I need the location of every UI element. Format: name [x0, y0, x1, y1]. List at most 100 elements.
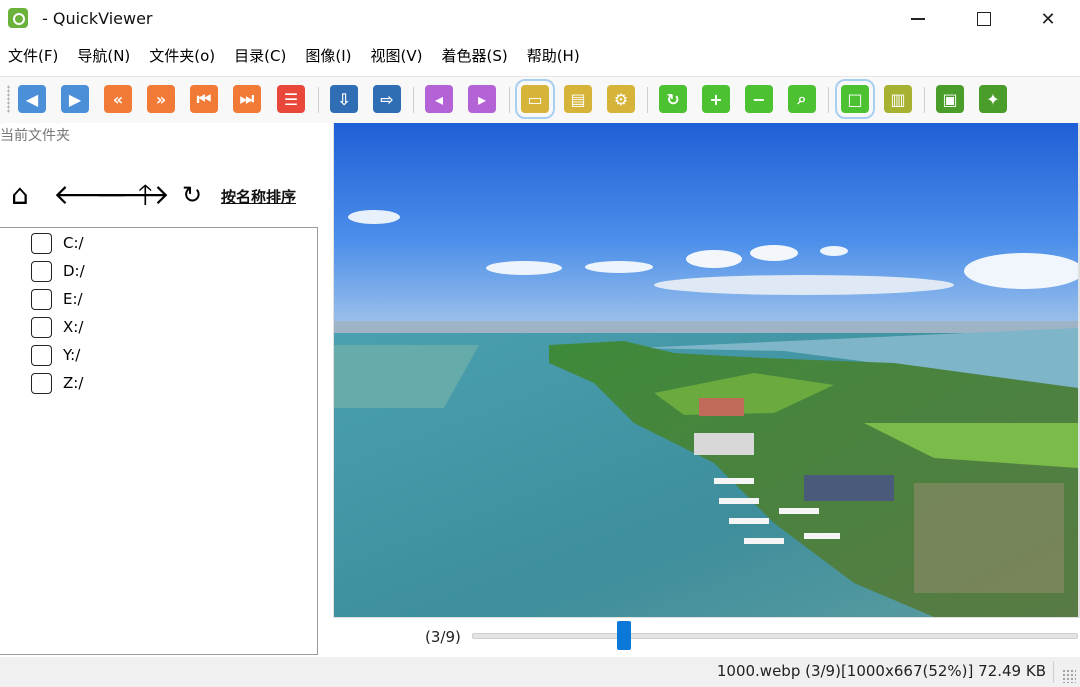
rotate-icon: ↻: [666, 89, 680, 109]
up-folder-button[interactable]: 🡑: [138, 178, 153, 212]
forward-button[interactable]: 🡒: [95, 178, 170, 212]
page-indicator: (3/9): [425, 628, 461, 646]
folder-tree[interactable]: C:/ D:/ E:/ X:/ Y:/ Z:/: [0, 227, 318, 655]
window-icon: ▣: [942, 89, 958, 109]
status-bar: 1000.webp (3/9)[1000x667(52%)] 72.49 KB: [0, 657, 1080, 687]
open-file-button[interactable]: ⇩: [330, 85, 358, 113]
checkbox[interactable]: [31, 316, 52, 338]
rotate-button[interactable]: ↻: [659, 85, 687, 113]
refresh-button[interactable]: ↻: [182, 178, 202, 212]
displayed-photo: [334, 123, 1078, 617]
drive-label: C:/: [63, 234, 84, 252]
plus-icon: +: [709, 89, 723, 109]
folder-icon: ▭: [527, 89, 543, 109]
drive-label: Y:/: [63, 346, 81, 364]
title-bar: - QuickViewer ✕: [0, 0, 1080, 38]
tree-item-drive[interactable]: X:/: [31, 316, 83, 338]
checkbox[interactable]: [31, 372, 52, 394]
file-open-icon: ⇩: [337, 89, 351, 109]
drive-label: X:/: [63, 318, 84, 336]
magnifier-icon: ⌕: [797, 89, 807, 108]
image-viewer[interactable]: [333, 123, 1080, 618]
tree-item-drive[interactable]: Z:/: [31, 372, 83, 394]
menu-shader[interactable]: 着色器(S): [433, 42, 515, 70]
pin-icon: ✦: [986, 89, 1000, 109]
menu-bar: 文件(F) 导航(N) 文件夹(o) 目录(C) 图像(I) 视图(V) 着色器…: [0, 42, 1080, 70]
next-page-button[interactable]: ▶: [61, 85, 89, 113]
toolbar-separator: [509, 87, 510, 113]
checkbox[interactable]: [31, 260, 52, 282]
close-button[interactable]: ✕: [1016, 0, 1080, 38]
menu-view[interactable]: 视图(V): [363, 42, 431, 70]
rewind-button[interactable]: «: [104, 85, 132, 113]
catalog-button[interactable]: ▤: [564, 85, 592, 113]
next-volume-button[interactable]: ▸: [468, 85, 496, 113]
double-right-icon: »: [155, 89, 167, 109]
refresh-icon: ↻: [182, 181, 203, 209]
open-book-icon: ▥: [890, 89, 906, 109]
tree-item-drive[interactable]: E:/: [31, 288, 83, 310]
double-left-icon: «: [112, 89, 124, 109]
toolbar-separator: [647, 87, 648, 113]
triangle-right-icon: ▶: [68, 89, 82, 109]
double-page-button[interactable]: ▥: [884, 85, 912, 113]
minimize-icon: [911, 18, 925, 20]
skip-last-icon: ⏭: [239, 89, 255, 108]
close-icon: ✕: [1040, 8, 1056, 30]
drive-label: E:/: [63, 290, 83, 308]
pin-top-button[interactable]: ✦: [979, 85, 1007, 113]
zoom-out-button[interactable]: −: [745, 85, 773, 113]
last-page-button[interactable]: ⏭: [233, 85, 261, 113]
home-icon: ⌂: [11, 178, 29, 211]
prev-page-button[interactable]: ◀: [18, 85, 46, 113]
skip-first-icon: ⏮: [196, 89, 212, 108]
minimize-button[interactable]: [886, 0, 950, 38]
arrow-right-icon: 🡒: [95, 178, 171, 211]
fullscreen-button[interactable]: ▣: [936, 85, 964, 113]
menu-image[interactable]: 图像(I): [297, 42, 359, 70]
maximize-button[interactable]: [952, 0, 1016, 38]
fit-view-button[interactable]: ⌕: [788, 85, 816, 113]
fast-forward-button[interactable]: »: [147, 85, 175, 113]
prev-volume-button[interactable]: ◂: [425, 85, 453, 113]
status-separator: [1053, 661, 1054, 683]
tree-item-drive[interactable]: D:/: [31, 260, 85, 282]
page-slider-thumb[interactable]: [617, 621, 631, 650]
arrow-up-icon: 🡑: [138, 178, 153, 211]
toolbar-separator: [828, 87, 829, 113]
book-prev-icon: ◂: [434, 89, 444, 109]
maximize-icon: [977, 12, 991, 26]
status-file-info: 1000.webp (3/9)[1000x667(52%)] 72.49 KB: [716, 662, 1046, 680]
tree-item-drive[interactable]: C:/: [31, 232, 84, 254]
current-folder-label: 当前文件夹: [0, 128, 70, 144]
checkbox[interactable]: [31, 344, 52, 366]
tree-item-drive[interactable]: Y:/: [31, 344, 80, 366]
recent-files-button[interactable]: ⇨: [373, 85, 401, 113]
menu-navigate[interactable]: 导航(N): [69, 42, 138, 70]
single-page-button[interactable]: □: [835, 79, 875, 119]
toolbar-separator: [924, 87, 925, 113]
checkbox[interactable]: [31, 232, 52, 254]
toolbar: ◀ ▶ « » ⏮ ⏭ ☰ ⇩ ⇨ ◂ ▸ ▭ ▤ ⚙ ↻ + − ⌕ □ ▥ …: [0, 76, 1080, 124]
settings-button[interactable]: ⚙: [607, 85, 635, 113]
home-button[interactable]: ⌂: [11, 178, 29, 212]
list-icon: ☰: [283, 89, 299, 109]
menu-file[interactable]: 文件(F): [0, 42, 66, 70]
book-next-icon: ▸: [477, 89, 487, 109]
page-list-button[interactable]: ☰: [277, 85, 305, 113]
folder-panel-button[interactable]: ▭: [515, 79, 555, 119]
first-page-button[interactable]: ⏮: [190, 85, 218, 113]
menu-help[interactable]: 帮助(H): [519, 42, 588, 70]
menu-folder[interactable]: 文件夹(o): [141, 42, 223, 70]
quickviewer-logo-icon: [8, 8, 28, 28]
checkbox[interactable]: [31, 288, 52, 310]
menu-catalog[interactable]: 目录(C): [226, 42, 294, 70]
toolbar-grip[interactable]: [7, 85, 10, 113]
triangle-left-icon: ◀: [25, 89, 39, 109]
page-slider[interactable]: [472, 633, 1078, 639]
gear-icon: ⚙: [613, 89, 629, 109]
zoom-in-button[interactable]: +: [702, 85, 730, 113]
sort-by-name-link[interactable]: 按名称排序: [221, 186, 296, 207]
resize-grip[interactable]: [1062, 669, 1076, 683]
drive-label: D:/: [63, 262, 85, 280]
